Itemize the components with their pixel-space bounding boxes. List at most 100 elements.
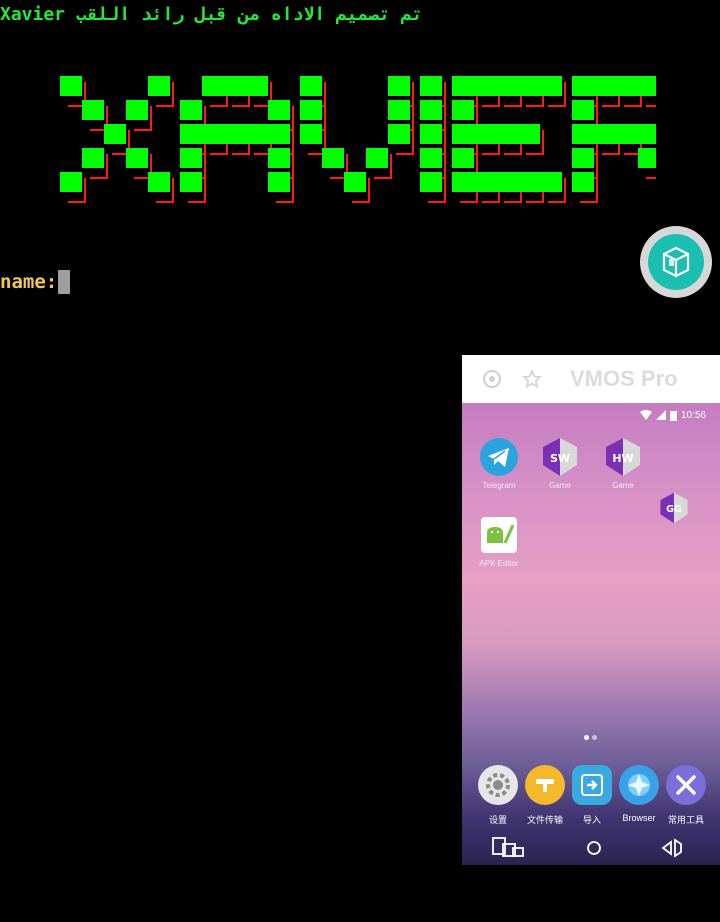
banner-block (572, 148, 594, 168)
banner-block (474, 124, 496, 144)
app-label: Game (612, 481, 634, 490)
status-bar: 10:56 (639, 405, 706, 425)
android-navbar (462, 831, 720, 865)
star-icon[interactable] (522, 369, 542, 389)
status-time: 10:56 (680, 409, 706, 421)
dock-file-transfer[interactable]: 文件传输 (523, 765, 567, 826)
app-telegram[interactable]: Telegram (468, 437, 530, 490)
banner-block (300, 100, 322, 120)
file-transfer-icon (525, 765, 565, 805)
cube-icon (648, 234, 704, 290)
banner-block (60, 172, 82, 192)
dock-label: Browser (622, 813, 656, 823)
dock-label: 常用工具 (667, 815, 704, 825)
dock-label: 设置 (488, 815, 507, 825)
banner-block (202, 124, 224, 144)
banner-block (82, 148, 104, 168)
banner-block (388, 100, 410, 120)
banner-block (518, 76, 540, 96)
banner-block (268, 100, 290, 120)
dock-label: 导入 (582, 815, 601, 825)
banner-block (496, 76, 518, 96)
banner-block (474, 172, 496, 192)
banner-block (572, 76, 594, 96)
banner-block (638, 148, 656, 168)
floating-gg-icon[interactable]: GG (658, 491, 690, 525)
dock-settings[interactable]: 设置 (476, 765, 520, 826)
banner-block (104, 124, 126, 144)
banner-block (638, 76, 656, 96)
vm-toolbar: VMOS Pro (462, 355, 720, 403)
app-label: Telegram (482, 481, 516, 490)
banner-block (202, 76, 224, 96)
banner-block (60, 76, 82, 96)
app-apk-editor[interactable]: APK Editor (468, 515, 530, 568)
banner-block (452, 172, 474, 192)
banner-block (474, 76, 496, 96)
banner-block (638, 124, 656, 144)
banner-block (268, 124, 290, 144)
banner-block (388, 124, 410, 144)
gameguardian-sw-icon: SW (540, 437, 580, 477)
name-prompt[interactable]: name: (0, 270, 71, 294)
banner-fill (60, 76, 656, 192)
banner-block (300, 76, 322, 96)
banner-block (126, 148, 148, 168)
android-home-screen: 10:56 Telegram SW Game HW Game GG APK Ed… (462, 403, 720, 865)
banner-block (572, 172, 594, 192)
banner-block (452, 148, 474, 168)
banner-block (148, 172, 170, 192)
banner-block (616, 124, 638, 144)
banner-block (246, 76, 268, 96)
banner-block (366, 148, 388, 168)
floating-vm-button[interactable] (640, 226, 712, 298)
banner-block (224, 76, 246, 96)
volume-icon[interactable] (661, 836, 691, 860)
wifi-icon (639, 410, 652, 420)
banner-block (420, 148, 442, 168)
gg-badge: HW (612, 452, 633, 465)
banner-block (594, 76, 616, 96)
dock-tools[interactable]: 常用工具 (664, 765, 708, 826)
app-game-sw[interactable]: SW Game (529, 437, 591, 490)
browser-icon (619, 765, 659, 805)
banner-block (572, 124, 594, 144)
banner-block (180, 172, 202, 192)
vm-title: VMOS Pro (570, 366, 678, 391)
banner-block (82, 100, 104, 120)
banner-block (268, 172, 290, 192)
banner-block (420, 172, 442, 192)
banner-block (452, 76, 474, 96)
banner-block (344, 172, 366, 192)
banner-block (540, 172, 562, 192)
banner-block (180, 148, 202, 168)
banner-block (180, 124, 202, 144)
xavier-ascii-banner (60, 76, 656, 203)
banner-block (518, 124, 540, 144)
tools-icon (666, 765, 706, 805)
banner-block (180, 100, 202, 120)
vm-window[interactable]: VMOS Pro 10:56 Telegram SW Game HW Game (462, 355, 720, 865)
banner-block (148, 76, 170, 96)
gear-icon[interactable] (482, 369, 502, 389)
text-cursor (58, 270, 71, 294)
banner-block (518, 172, 540, 192)
home-circle-icon[interactable] (586, 840, 602, 856)
import-icon (572, 765, 612, 805)
dock-browser[interactable]: Browser (617, 765, 661, 823)
app-label: Game (549, 481, 571, 490)
dock-label: 文件传输 (526, 815, 563, 825)
banner-block (540, 76, 562, 96)
banner-block (420, 76, 442, 96)
banner-block (616, 76, 638, 96)
banner-block (246, 124, 268, 144)
recent-apps-icon[interactable] (491, 836, 527, 860)
banner-block (496, 124, 518, 144)
banner-block (268, 148, 290, 168)
dock-import[interactable]: 导入 (570, 765, 614, 826)
banner-block (388, 76, 410, 96)
battery-icon (669, 410, 677, 421)
app-label: APK Editor (479, 559, 519, 568)
app-game-hw[interactable]: HW Game (592, 437, 654, 490)
banner-block (420, 124, 442, 144)
